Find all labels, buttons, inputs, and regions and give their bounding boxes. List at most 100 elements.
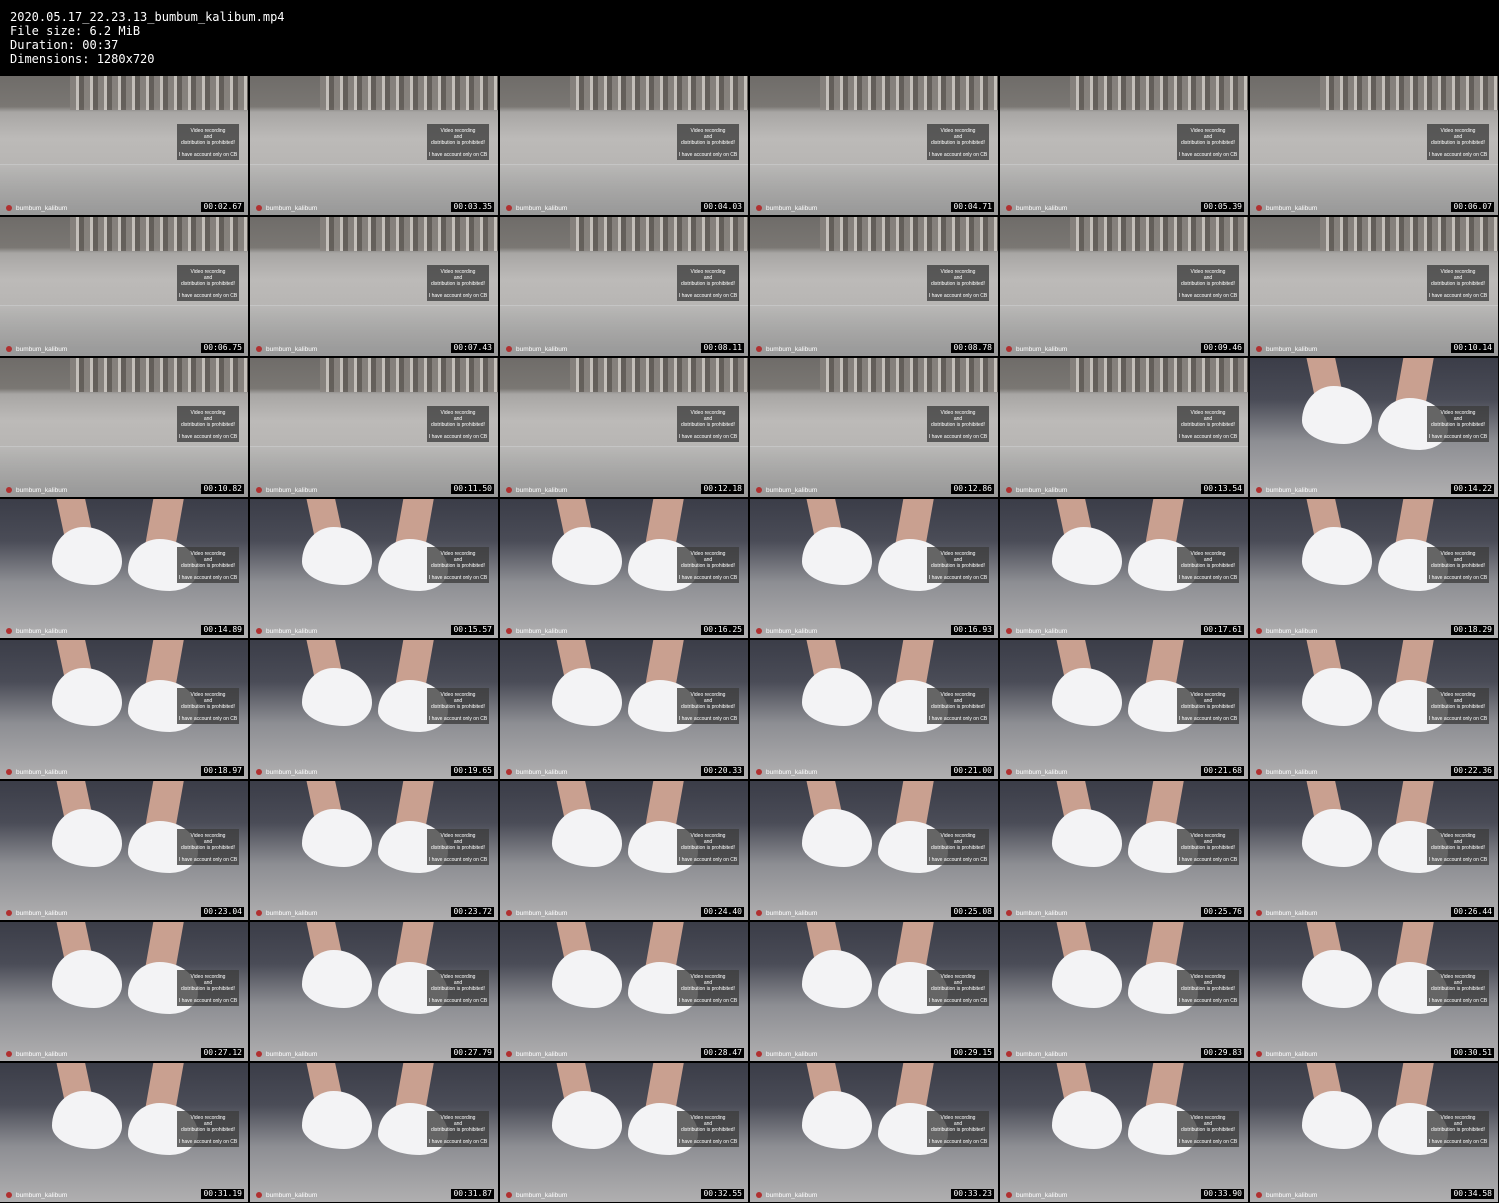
video-thumbnail[interactable]: Video recording and distribution is prohib…: [0, 781, 248, 920]
video-thumbnail[interactable]: Video recording and distribution is prohib…: [750, 499, 998, 638]
video-thumbnail[interactable]: Video recording and distribution is prohib…: [1000, 640, 1248, 779]
timestamp: 00:30.51: [1451, 1048, 1494, 1058]
video-thumbnail[interactable]: Video recording and distribution is prohib…: [250, 781, 498, 920]
sock-shape: [1302, 527, 1372, 585]
video-thumbnail[interactable]: Video recording and distribution is prohib…: [750, 640, 998, 779]
watermark-overlay: Video recording and distribution is prohib…: [1177, 406, 1239, 442]
watermark-line: distribution is prohibited!: [1181, 986, 1235, 992]
username-text: bumbum_kalibum: [1266, 1051, 1318, 1058]
video-thumbnail[interactable]: Video recording and distribution is prohib…: [250, 76, 498, 215]
watermark-line: I have account only on CB: [428, 716, 488, 722]
timestamp: 00:13.54: [1201, 484, 1244, 494]
video-thumbnail[interactable]: Video recording and distribution is prohib…: [1250, 1063, 1498, 1202]
video-thumbnail[interactable]: Video recording and distribution is prohib…: [1250, 922, 1498, 1061]
flag-icon: [506, 1192, 512, 1199]
video-thumbnail[interactable]: Video recording and distribution is prohib…: [750, 358, 998, 497]
timestamp: 00:04.03: [701, 202, 744, 212]
username-label: bumbum_kalibum: [256, 910, 317, 917]
sock-shape: [1052, 527, 1122, 585]
username-text: bumbum_kalibum: [766, 346, 818, 353]
watermark-overlay: Video recording and distribution is prohib…: [927, 1111, 989, 1147]
username-label: bumbum_kalibum: [506, 628, 567, 635]
video-thumbnail[interactable]: Video recording and distribution is prohib…: [250, 358, 498, 497]
username-text: bumbum_kalibum: [266, 769, 318, 776]
video-thumbnail[interactable]: Video recording and distribution is prohib…: [250, 217, 498, 356]
watermark-overlay: Video recording and distribution is prohib…: [427, 688, 489, 724]
video-thumbnail[interactable]: Video recording and distribution is prohib…: [500, 922, 748, 1061]
watermark-line: distribution is prohibited!: [1181, 845, 1235, 851]
video-thumbnail[interactable]: Video recording and distribution is prohib…: [250, 922, 498, 1061]
flag-icon: [6, 1051, 12, 1058]
video-thumbnail[interactable]: Video recording and distribution is prohib…: [1000, 922, 1248, 1061]
username-label: bumbum_kalibum: [1006, 628, 1067, 635]
watermark-line: distribution is prohibited!: [1431, 422, 1485, 428]
timestamp: 00:06.07: [1451, 202, 1494, 212]
video-thumbnail[interactable]: Video recording and distribution is prohib…: [750, 1063, 998, 1202]
flag-icon: [506, 910, 512, 917]
video-thumbnail[interactable]: Video recording and distribution is prohib…: [1250, 76, 1498, 215]
timestamp: 00:16.93: [951, 625, 994, 635]
watermark-line: distribution is prohibited!: [1431, 140, 1485, 146]
video-thumbnail[interactable]: Video recording and distribution is prohib…: [500, 358, 748, 497]
username-text: bumbum_kalibum: [516, 1192, 568, 1199]
watermark-overlay: Video recording and distribution is prohib…: [1177, 970, 1239, 1006]
watermark-line: distribution is prohibited!: [931, 422, 985, 428]
timestamp: 00:07.43: [451, 343, 494, 353]
video-thumbnail[interactable]: Video recording and distribution is prohib…: [0, 1063, 248, 1202]
username-text: bumbum_kalibum: [16, 628, 68, 635]
video-thumbnail[interactable]: Video recording and distribution is prohib…: [750, 922, 998, 1061]
video-thumbnail[interactable]: Video recording and distribution is prohib…: [1000, 76, 1248, 215]
sock-shape: [1302, 1091, 1372, 1149]
video-thumbnail[interactable]: Video recording and distribution is prohib…: [500, 1063, 748, 1202]
video-thumbnail[interactable]: Video recording and distribution is prohib…: [500, 781, 748, 920]
watermark-line: distribution is prohibited!: [181, 422, 235, 428]
video-thumbnail[interactable]: Video recording and distribution is prohib…: [250, 1063, 498, 1202]
video-thumbnail[interactable]: Video recording and distribution is prohib…: [1250, 640, 1498, 779]
watermark-line: distribution is prohibited!: [931, 1127, 985, 1133]
video-thumbnail[interactable]: Video recording and distribution is prohib…: [500, 76, 748, 215]
flag-icon: [1256, 1192, 1262, 1199]
watermark-line: distribution is prohibited!: [431, 704, 485, 710]
video-thumbnail[interactable]: Video recording and distribution is prohib…: [0, 640, 248, 779]
timestamp: 00:16.25: [701, 625, 744, 635]
watermark-overlay: Video recording and distribution is prohib…: [177, 406, 239, 442]
file-duration: Duration: 00:37: [10, 38, 119, 52]
watermark-overlay: Video recording and distribution is prohib…: [677, 970, 739, 1006]
video-thumbnail[interactable]: Video recording and distribution is prohib…: [1000, 217, 1248, 356]
watermark-line: distribution is prohibited!: [1431, 281, 1485, 287]
video-thumbnail[interactable]: Video recording and distribution is prohib…: [750, 781, 998, 920]
video-thumbnail[interactable]: Video recording and distribution is prohib…: [1250, 217, 1498, 356]
username-text: bumbum_kalibum: [266, 910, 318, 917]
video-thumbnail[interactable]: Video recording and distribution is prohib…: [0, 922, 248, 1061]
video-thumbnail[interactable]: Video recording and distribution is prohib…: [1000, 1063, 1248, 1202]
video-thumbnail[interactable]: Video recording and distribution is prohib…: [500, 217, 748, 356]
flag-icon: [1256, 1051, 1262, 1058]
video-thumbnail[interactable]: Video recording and distribution is prohib…: [0, 217, 248, 356]
video-thumbnail[interactable]: Video recording and distribution is prohib…: [1000, 499, 1248, 638]
username-label: bumbum_kalibum: [1256, 1051, 1317, 1058]
video-thumbnail[interactable]: Video recording and distribution is prohib…: [0, 499, 248, 638]
video-thumbnail[interactable]: Video recording and distribution is prohib…: [750, 76, 998, 215]
video-thumbnail[interactable]: Video recording and distribution is prohib…: [1000, 781, 1248, 920]
watermark-line: I have account only on CB: [678, 434, 738, 440]
sock-shape: [52, 809, 122, 867]
video-thumbnail[interactable]: Video recording and distribution is prohib…: [1000, 358, 1248, 497]
flag-icon: [6, 769, 12, 776]
video-thumbnail[interactable]: Video recording and distribution is prohib…: [250, 640, 498, 779]
sock-shape: [552, 527, 622, 585]
username-text: bumbum_kalibum: [1266, 910, 1318, 917]
video-thumbnail[interactable]: Video recording and distribution is prohib…: [750, 217, 998, 356]
file-name: 2020.05.17_22.23.13_bumbum_kalibum.mp4: [10, 10, 285, 24]
video-thumbnail[interactable]: Video recording and distribution is prohib…: [1250, 781, 1498, 920]
video-thumbnail[interactable]: Video recording and distribution is prohib…: [500, 640, 748, 779]
watermark-overlay: Video recording and distribution is prohib…: [1427, 547, 1489, 583]
video-thumbnail[interactable]: Video recording and distribution is prohib…: [0, 358, 248, 497]
video-thumbnail[interactable]: Video recording and distribution is prohib…: [250, 499, 498, 638]
watermark-line: I have account only on CB: [1428, 152, 1488, 158]
video-thumbnail[interactable]: Video recording and distribution is prohib…: [0, 76, 248, 215]
video-thumbnail[interactable]: Video recording and distribution is prohib…: [1250, 358, 1498, 497]
username-text: bumbum_kalibum: [766, 628, 818, 635]
sock-shape: [52, 1091, 122, 1149]
video-thumbnail[interactable]: Video recording and distribution is prohib…: [500, 499, 748, 638]
video-thumbnail[interactable]: Video recording and distribution is prohib…: [1250, 499, 1498, 638]
